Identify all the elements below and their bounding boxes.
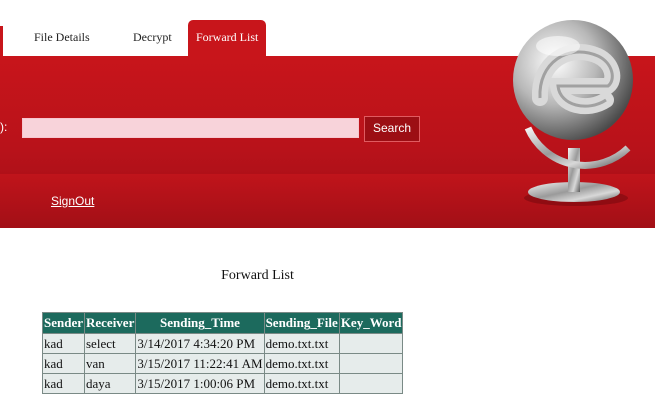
cell-receiver: select — [83, 333, 137, 354]
tab-decrypt[interactable]: Decrypt — [133, 30, 172, 45]
cell-sending-time: 3/14/2017 4:34:20 PM — [135, 333, 265, 354]
cell-sending-time: 3/15/2017 11:22:41 AM — [135, 353, 265, 374]
signout-link[interactable]: SignOut — [51, 194, 94, 208]
cell-sending-file: demo.txt.txt — [263, 373, 340, 394]
cell-sending-file: demo.txt.txt — [263, 333, 340, 354]
cell-key-word — [338, 333, 404, 354]
cell-receiver: van — [83, 353, 137, 374]
col-key-word: Key_Word — [338, 312, 404, 334]
nav-edge — [0, 26, 3, 56]
search-button[interactable]: Search — [364, 116, 420, 142]
cell-sender: kad — [42, 333, 85, 354]
table-row: kad daya 3/15/2017 1:00:06 PM demo.txt.t… — [42, 373, 404, 394]
table-row: kad van 3/15/2017 11:22:41 AM demo.txt.t… — [42, 353, 404, 374]
table-row: kad select 3/14/2017 4:34:20 PM demo.txt… — [42, 333, 404, 354]
page-title: Forward List — [221, 268, 294, 283]
cell-sender: kad — [42, 353, 85, 374]
tab-file-details[interactable]: File Details — [34, 30, 90, 45]
cell-sending-file: demo.txt.txt — [263, 353, 340, 374]
table-header-row: Sender Receiver Sending_Time Sending_Fil… — [42, 312, 404, 334]
col-sending-file: Sending_File — [263, 312, 340, 334]
search-input[interactable] — [22, 118, 359, 138]
col-sending-time: Sending_Time — [135, 312, 265, 334]
cell-sender: kad — [42, 373, 85, 394]
col-sender: Sender — [42, 312, 85, 334]
cell-key-word — [338, 373, 404, 394]
cell-key-word — [338, 353, 404, 374]
col-receiver: Receiver — [83, 312, 137, 334]
cell-receiver: daya — [83, 373, 137, 394]
cell-sending-time: 3/15/2017 1:00:06 PM — [135, 373, 265, 394]
forward-list-table: Sender Receiver Sending_Time Sending_Fil… — [42, 312, 404, 394]
globe-logo-icon — [513, 20, 633, 206]
search-label: ): — [0, 120, 8, 134]
tab-forward-list[interactable]: Forward List — [188, 20, 267, 56]
